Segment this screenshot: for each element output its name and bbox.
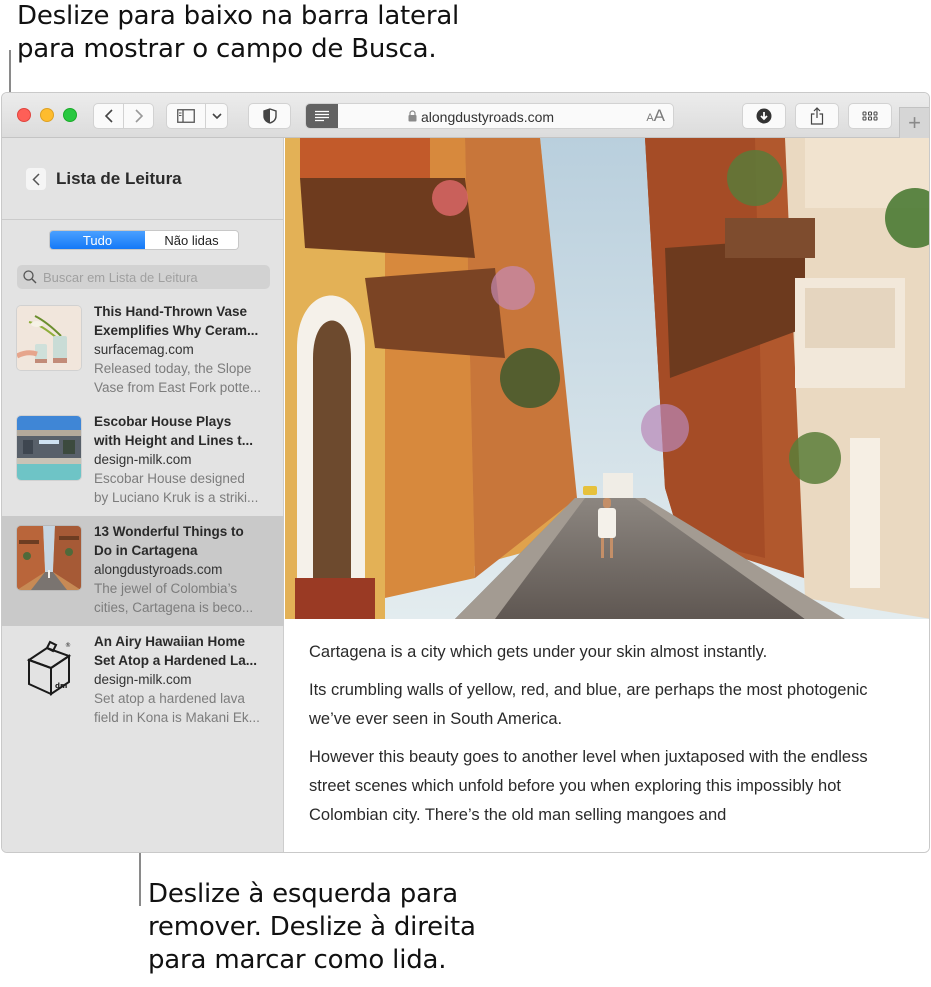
item-thumbnail-house xyxy=(17,416,81,480)
forward-icon xyxy=(134,109,143,123)
item-description-line2: field in Kona is Makani Ek... xyxy=(94,710,260,725)
item-title-line2: with Height and Lines t... xyxy=(94,433,254,448)
safari-window: alongdustyroads.com AA + Lista de Leitur… xyxy=(1,92,930,853)
segment-all[interactable]: Tudo xyxy=(50,231,145,249)
minimize-window-button[interactable] xyxy=(40,108,54,122)
address-bar[interactable]: alongdustyroads.com AA xyxy=(305,103,674,129)
item-text: This Hand-Thrown Vase Exemplifies Why Ce… xyxy=(94,302,276,397)
close-window-button[interactable] xyxy=(17,108,31,122)
text-size-button[interactable]: AA xyxy=(646,106,665,126)
reading-list-sidebar: Lista de Leitura Tudo Não lidas Buscar e… xyxy=(2,138,284,852)
article-body: Cartagena is a city which gets under you… xyxy=(309,638,909,839)
item-description-line2: by Luciano Kruk is a striki... xyxy=(94,490,259,505)
fullscreen-window-button[interactable] xyxy=(63,108,77,122)
chevron-down-icon xyxy=(211,112,222,119)
item-domain: design-milk.com xyxy=(94,452,192,467)
segment-unread[interactable]: Não lidas xyxy=(145,231,238,249)
new-tab-icon: + xyxy=(908,110,921,135)
article-paragraph: Its crumbling walls of yellow, red, and … xyxy=(309,681,868,728)
back-icon xyxy=(104,109,113,123)
item-description: Set atop a hardened lava xyxy=(94,691,245,706)
filter-segmented-control: Tudo Não lidas xyxy=(49,230,239,250)
privacy-shield-icon xyxy=(262,108,277,124)
item-description: Released today, the Slope xyxy=(94,361,252,376)
item-title-line2: Set Atop a Hardened La... xyxy=(94,653,258,668)
callout-top-line2: para mostrar o campo de Busca. xyxy=(17,34,437,64)
callout-bottom-line3: para marcar como lida. xyxy=(148,945,447,975)
item-thumbnail-vase xyxy=(17,306,81,370)
item-title: This Hand-Thrown Vase xyxy=(94,304,248,319)
callout-swipe-hint: Deslize à esquerda para remover. Deslize… xyxy=(148,878,476,977)
sidebar-title: Lista de Leitura xyxy=(56,169,182,188)
callout-search-hint: Deslize para baixo na barra lateral para… xyxy=(17,0,459,66)
item-thumbnail-cartagena xyxy=(17,526,81,590)
reading-list-item[interactable]: Escobar House Plays with Height and Line… xyxy=(2,406,284,516)
sidebar-divider xyxy=(2,219,283,220)
article-hero-image xyxy=(285,138,929,619)
back-icon xyxy=(32,172,40,186)
back-button[interactable] xyxy=(93,103,124,129)
lock-icon xyxy=(408,110,417,122)
article-paragraph: Cartagena is a city which gets under you… xyxy=(309,643,768,661)
item-description: The jewel of Colombia’s xyxy=(94,581,238,596)
forward-button[interactable] xyxy=(124,103,154,129)
item-domain: alongdustyroads.com xyxy=(94,562,223,577)
reading-list-item-selected[interactable]: 13 Wonderful Things to Do in Cartagena a… xyxy=(2,516,284,626)
tab-overview-icon xyxy=(862,111,878,121)
item-description-line2: cities, Cartagena is beco... xyxy=(94,600,254,615)
reader-view-button[interactable] xyxy=(306,104,338,128)
share-icon xyxy=(810,107,824,125)
tab-overview-button[interactable] xyxy=(848,103,892,129)
registered-mark: ® xyxy=(65,642,71,649)
logo-text: dm xyxy=(55,682,67,690)
downloads-button[interactable] xyxy=(742,103,786,129)
sidebar-menu-button[interactable] xyxy=(206,103,228,129)
sidebar-toggle-button[interactable] xyxy=(166,103,206,129)
download-icon xyxy=(756,108,772,124)
reading-list-item[interactable]: This Hand-Thrown Vase Exemplifies Why Ce… xyxy=(2,296,284,406)
reading-list-item[interactable]: ® dm An Airy Hawaiian Home Set Atop a Ha… xyxy=(2,626,284,736)
item-title: Escobar House Plays xyxy=(94,414,232,429)
item-title: An Airy Hawaiian Home xyxy=(94,634,246,649)
item-title-line2: Exemplifies Why Ceram... xyxy=(94,323,259,338)
callout-top-line1: Deslize para baixo na barra lateral xyxy=(17,1,460,31)
url-text[interactable]: alongdustyroads.com xyxy=(421,109,554,125)
article-paragraph: However this beauty goes to another leve… xyxy=(309,748,868,824)
text-size-small-label: A xyxy=(646,112,654,124)
item-title-line2: Do in Cartagena xyxy=(94,543,198,558)
item-text: Escobar House Plays with Height and Line… xyxy=(94,412,276,507)
item-title: 13 Wonderful Things to xyxy=(94,524,244,539)
callout-bottom-line2: remover. Deslize à direita xyxy=(148,912,476,942)
item-text: 13 Wonderful Things to Do in Cartagena a… xyxy=(94,522,276,617)
new-tab-button[interactable]: + xyxy=(899,107,929,138)
item-description-line2: Vase from East Fork potte... xyxy=(94,380,262,395)
item-domain: surfacemag.com xyxy=(94,342,194,357)
text-size-big-label: A xyxy=(653,106,665,125)
sidebar-back-button[interactable] xyxy=(26,168,46,190)
privacy-report-button[interactable] xyxy=(248,103,291,129)
search-placeholder: Buscar em Lista de Leitura xyxy=(43,269,198,285)
toolbar: alongdustyroads.com AA + xyxy=(2,93,929,138)
callout-bottom-line1: Deslize à esquerda para xyxy=(148,879,459,909)
reader-content: Cartagena is a city which gets under you… xyxy=(285,138,929,852)
sidebar-icon xyxy=(177,109,195,123)
item-thumbnail-design-milk-logo: ® dm xyxy=(17,636,81,700)
search-icon xyxy=(23,270,37,284)
item-text: An Airy Hawaiian Home Set Atop a Hardene… xyxy=(94,632,276,727)
reader-icon xyxy=(315,110,329,122)
share-button[interactable] xyxy=(795,103,839,129)
reading-list-search-field[interactable]: Buscar em Lista de Leitura xyxy=(17,265,270,289)
item-domain: design-milk.com xyxy=(94,672,192,687)
item-description: Escobar House designed xyxy=(94,471,245,486)
